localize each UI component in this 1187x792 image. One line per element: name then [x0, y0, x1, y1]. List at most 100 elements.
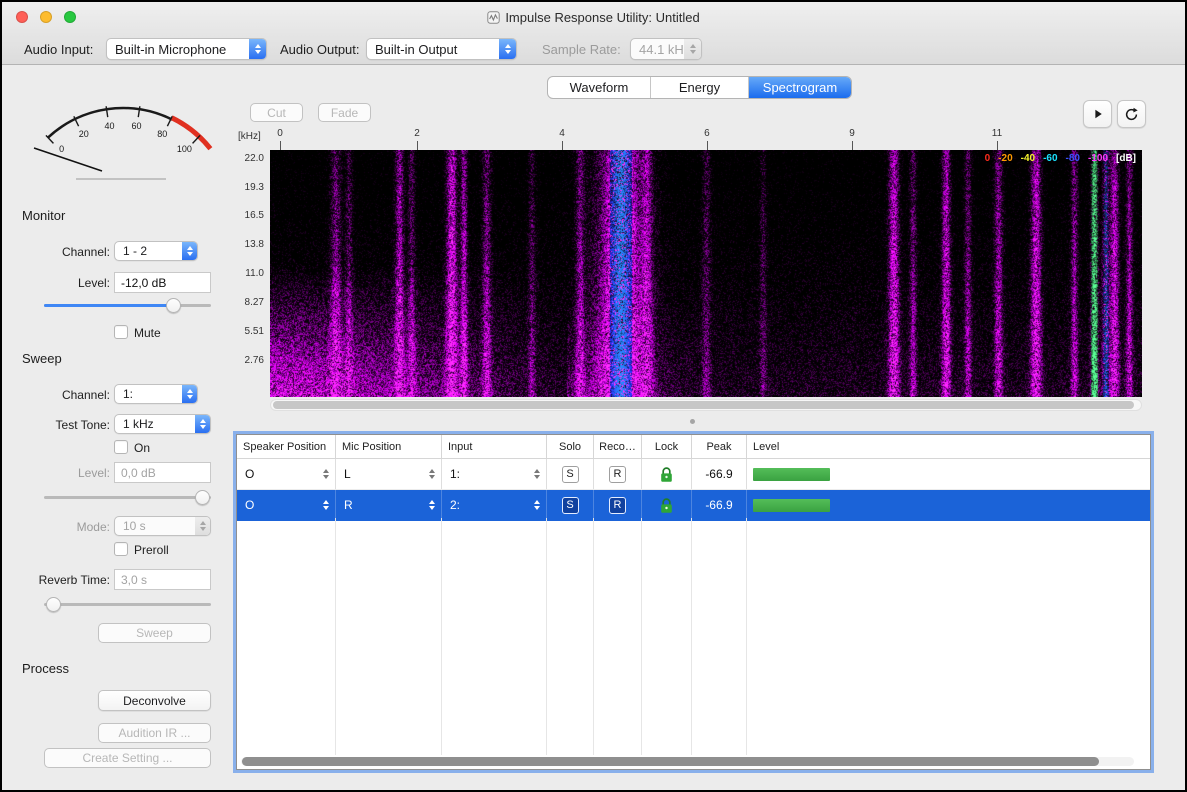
monitor-level-input[interactable]: -12,0 dB	[114, 272, 211, 293]
input-popup[interactable]: 1:	[442, 459, 546, 489]
svg-text:60: 60	[131, 121, 141, 131]
reverb-time-slider[interactable]	[44, 597, 211, 612]
lock-toggle[interactable]	[659, 466, 674, 483]
col-record: Reco…	[594, 435, 642, 458]
legend-entry: -80	[1065, 153, 1080, 164]
freq-tick-label: 22.0	[244, 153, 264, 164]
popup-stepper-icon	[429, 469, 435, 479]
audio-output-popup[interactable]: Built-in Output	[366, 38, 517, 60]
sample-rate-popup[interactable]: 44.1 kHz	[630, 38, 702, 60]
sweep-level-label: Level:	[77, 466, 110, 480]
audio-input-value: Built-in Microphone	[115, 41, 227, 57]
monitor-channel-label: Channel:	[61, 245, 110, 259]
lock-toggle[interactable]	[659, 497, 674, 514]
table-scrollbar[interactable]	[241, 757, 1134, 766]
pane-splitter-handle[interactable]	[690, 419, 695, 424]
table-row[interactable]: O L 1: S R -66.9	[237, 459, 1150, 490]
play-icon	[1094, 109, 1102, 119]
slider-knob[interactable]	[46, 597, 61, 612]
deconvolve-button[interactable]: Deconvolve	[98, 690, 211, 711]
audition-ir-button[interactable]: Audition IR ...	[98, 723, 211, 743]
test-tone-popup[interactable]: 1 kHz	[114, 414, 211, 434]
popup-stepper-icon	[249, 39, 266, 59]
test-tone-label: Test Tone:	[55, 418, 110, 432]
svg-text:80: 80	[157, 129, 167, 139]
fade-button[interactable]: Fade	[318, 103, 371, 122]
legend-entry: -20	[998, 153, 1013, 164]
solo-button[interactable]: S	[561, 465, 579, 483]
cut-button[interactable]: Cut	[250, 103, 303, 122]
sweep-channel-value: 1:	[123, 387, 134, 401]
legend-entry: -60	[1043, 153, 1058, 164]
reverb-time-input[interactable]: 3,0 s	[114, 569, 211, 590]
tab-energy[interactable]: Energy	[651, 77, 749, 98]
play-button[interactable]	[1083, 100, 1112, 128]
sweep-level-slider[interactable]	[44, 490, 211, 505]
input-popup[interactable]: 2:	[442, 490, 546, 520]
speaker-position-popup[interactable]: O	[237, 459, 335, 489]
sweep-channel-popup[interactable]: 1:	[114, 384, 198, 404]
time-ruler: 0 2 4 6 9 11	[270, 128, 1142, 150]
speaker-position-popup[interactable]: O	[237, 490, 335, 520]
monitor-channel-popup[interactable]: 1 - 2	[114, 241, 198, 261]
spectrogram-scrollbar[interactable]	[270, 399, 1142, 411]
slider-knob[interactable]	[194, 490, 210, 505]
window-chrome: Impulse Response Utility: Untitled Audio…	[2, 2, 1185, 65]
popup-stepper-icon	[195, 415, 210, 433]
tab-spectrogram[interactable]: Spectrogram	[749, 77, 851, 98]
mode-popup[interactable]: 10 s	[114, 516, 211, 536]
svg-text:0: 0	[59, 144, 64, 154]
monitor-level-value: -12,0 dB	[121, 275, 167, 290]
popup-stepper-icon	[534, 469, 540, 479]
legend-entry: -40	[1020, 153, 1036, 164]
freq-tick-label: 13.8	[244, 239, 264, 250]
mic-position-popup[interactable]: L	[336, 459, 441, 489]
sweep-level-value: 0,0 dB	[121, 465, 156, 480]
create-setting-button[interactable]: Create Setting ...	[44, 748, 211, 768]
vu-meter: 0 20 40 60 80 100	[33, 106, 213, 180]
time-tick-label: 9	[849, 128, 855, 139]
spectrogram-canvas[interactable]	[270, 150, 1142, 397]
audio-output-label: Audio Output:	[280, 42, 360, 57]
loop-button[interactable]	[1117, 100, 1146, 128]
titlebar[interactable]: Impulse Response Utility: Untitled	[2, 2, 1185, 32]
ruler-unit-label: [kHz]	[238, 131, 261, 142]
speaker-position-value: O	[245, 498, 255, 512]
solo-button[interactable]: S	[561, 496, 579, 514]
popup-stepper-icon	[323, 469, 329, 479]
table-row[interactable]: O R 2: S R -66.9	[237, 490, 1150, 521]
speaker-position-value: O	[245, 467, 255, 481]
on-checkbox[interactable]	[114, 440, 128, 454]
preroll-label: Preroll	[134, 543, 169, 557]
record-button[interactable]: R	[609, 465, 626, 483]
freq-tick-label: 11.0	[245, 268, 264, 279]
col-peak: Peak	[692, 435, 747, 458]
mode-label: Mode:	[76, 520, 110, 534]
time-tick-label: 11	[991, 128, 1003, 139]
process-heading: Process	[22, 661, 69, 676]
popup-stepper-icon	[195, 517, 210, 535]
scrollbar-thumb[interactable]	[273, 401, 1135, 409]
db-color-legend: 0 -20 -40 -60 -80 -100 [dB]	[270, 153, 1136, 164]
monitor-channel-value: 1 - 2	[123, 244, 148, 258]
sweep-button[interactable]: Sweep	[98, 623, 211, 643]
sweep-level-input[interactable]: 0,0 dB	[114, 462, 211, 483]
scrollbar-thumb[interactable]	[242, 757, 1100, 766]
table-empty-area	[237, 518, 1150, 755]
popup-stepper-icon	[534, 500, 540, 510]
mic-position-popup[interactable]: R	[336, 490, 441, 520]
record-button[interactable]: R	[609, 496, 626, 514]
input-value: 2:	[450, 498, 461, 512]
svg-text:100: 100	[177, 144, 192, 154]
time-tick-label: 6	[704, 128, 710, 139]
monitor-level-slider[interactable]	[44, 298, 211, 313]
audio-input-popup[interactable]: Built-in Microphone	[106, 38, 267, 60]
col-solo: Solo	[547, 435, 594, 458]
slider-knob[interactable]	[166, 298, 182, 313]
input-value: 1:	[450, 467, 461, 481]
mute-label: Mute	[134, 326, 161, 340]
preroll-checkbox[interactable]	[114, 542, 128, 556]
mute-checkbox[interactable]	[114, 325, 128, 339]
tab-waveform[interactable]: Waveform	[548, 77, 651, 98]
time-tick-label: 4	[559, 128, 565, 139]
